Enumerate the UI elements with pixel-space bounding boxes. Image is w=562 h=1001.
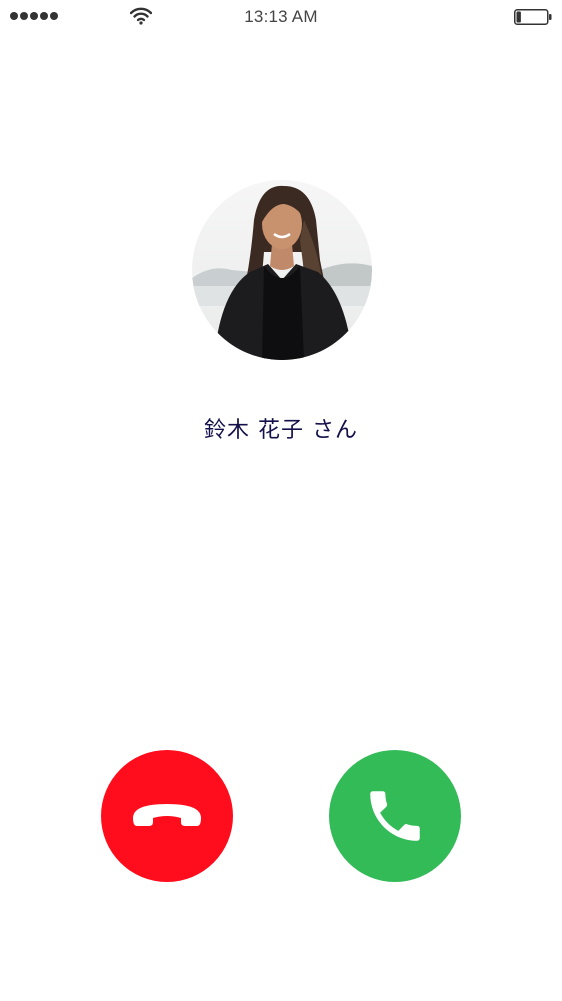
- status-time: 13:13 AM: [244, 7, 318, 26]
- decline-call-button[interactable]: [101, 750, 233, 882]
- status-bar: 13:13 AM: [0, 0, 562, 34]
- caller-name: 鈴木 花子 さん: [204, 418, 358, 443]
- accept-call-button[interactable]: [329, 750, 461, 882]
- caller-avatar: [192, 180, 372, 360]
- hang-up-phone-icon: [133, 804, 201, 826]
- battery-icon: [514, 9, 552, 25]
- caller-photo: [192, 180, 372, 360]
- incoming-call-screen: 13:13 AM 鈴木 花子 さん: [0, 0, 562, 1001]
- phone-icon: [370, 791, 420, 841]
